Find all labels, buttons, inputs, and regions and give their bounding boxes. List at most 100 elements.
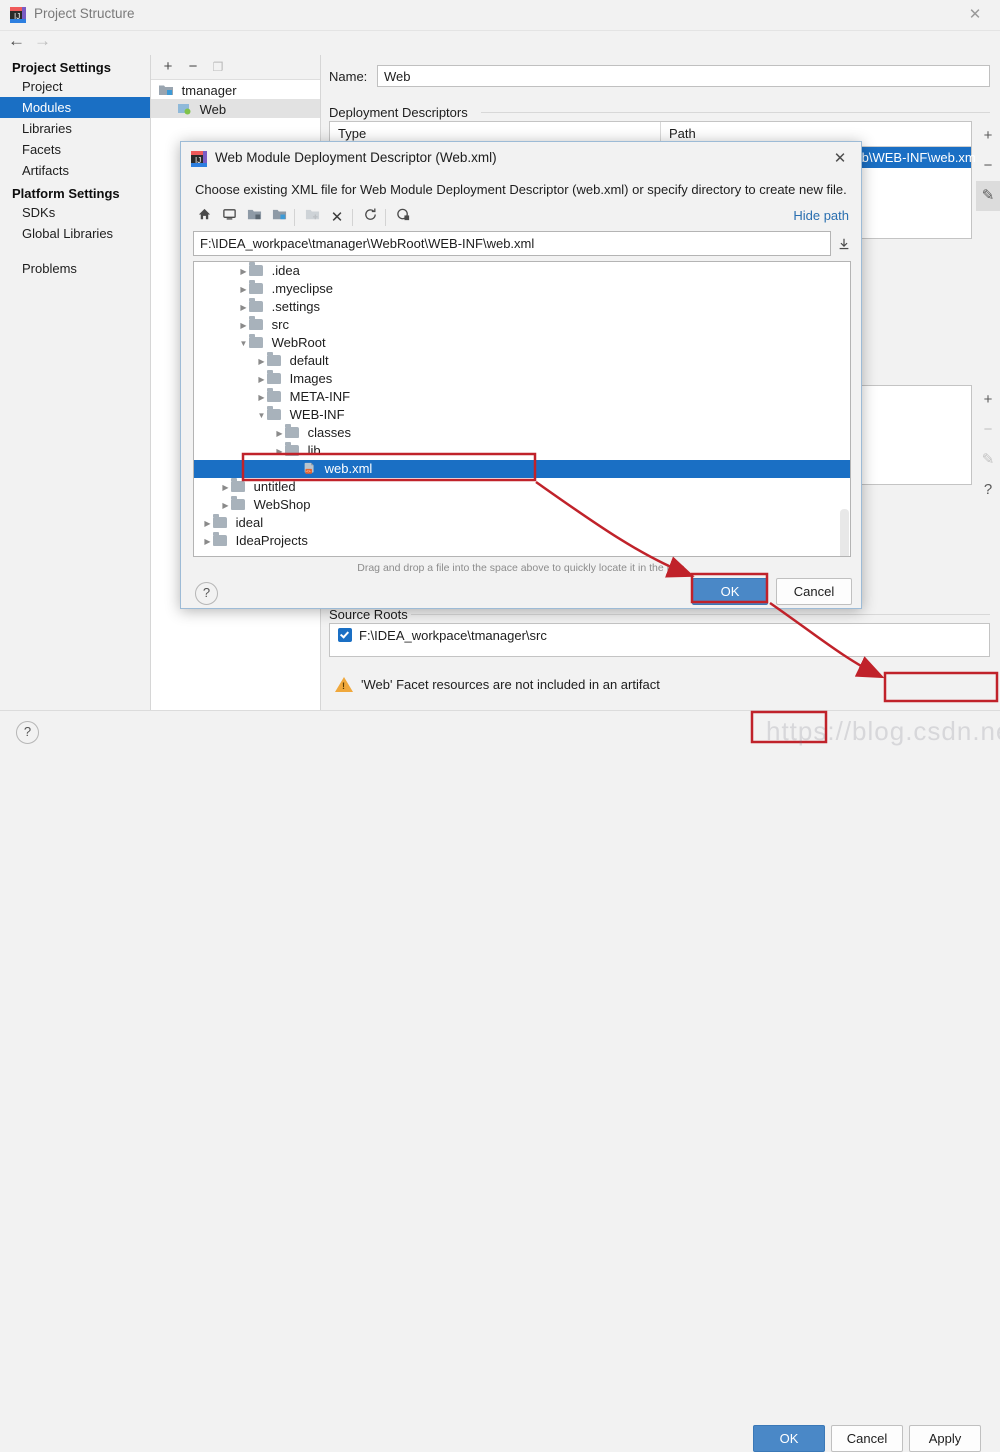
modules-toolbar: + − ❐ [151, 55, 320, 79]
chevron-right-icon[interactable]: ▶ [256, 389, 267, 407]
chevron-right-icon[interactable]: ▶ [202, 515, 213, 533]
file-tree-item[interactable]: ▶ IdeaProjects [194, 532, 850, 550]
module-name-input[interactable]: Web [377, 65, 990, 87]
delete-icon[interactable]: ✕ [326, 207, 348, 229]
project-folder-icon[interactable] [243, 207, 265, 229]
chevron-down-icon[interactable]: ▼ [256, 407, 267, 425]
source-roots-divider [411, 614, 990, 615]
remove-descriptor-button[interactable]: − [976, 151, 1000, 181]
file-tree-item[interactable]: ▶ .idea [194, 262, 850, 280]
module-tree-item-tmanager[interactable]: tmanager [151, 80, 320, 99]
file-tree[interactable]: ▶ .idea ▶ .myeclipse ▶ .settings ▶ src ▼ Web… [193, 261, 851, 557]
file-tree-item[interactable]: <> web.xml [194, 460, 850, 478]
edit-descriptor-button[interactable]: ✎ [976, 181, 1000, 211]
xml-file-icon: <> [303, 462, 316, 475]
hide-path-link[interactable]: Hide path [793, 208, 849, 223]
folder-icon [213, 532, 227, 546]
folder-icon [267, 370, 281, 384]
folder-icon [285, 424, 299, 438]
cancel-button[interactable]: Cancel [831, 1425, 903, 1452]
file-tree-scrollbar[interactable] [840, 509, 849, 556]
sidebar-item-problems[interactable]: Problems [0, 258, 150, 279]
dialog-close-button[interactable]: ✕ [829, 148, 851, 170]
chevron-right-icon[interactable]: ▶ [202, 533, 213, 551]
file-tree-item[interactable]: ▶ Images [194, 370, 850, 388]
folder-icon [249, 298, 263, 312]
chevron-right-icon[interactable]: ▶ [238, 299, 249, 317]
web-module-deployment-descriptor-dialog: IJ Web Module Deployment Descriptor (Web… [180, 141, 862, 609]
copy-module-button[interactable]: ❐ [209, 58, 227, 76]
folder-icon [249, 316, 263, 330]
sidebar-item-facets[interactable]: Facets [0, 139, 150, 160]
file-tree-item[interactable]: ▼ WebRoot [194, 334, 850, 352]
file-tree-item[interactable]: ▶ untitled [194, 478, 850, 496]
intellij-idea-icon: IJ [10, 7, 26, 23]
web-resource-directories-toolbar: + − ✎ ? [976, 385, 1000, 510]
add-module-button[interactable]: + [159, 58, 177, 76]
dialog-help-button[interactable]: ? [195, 582, 218, 605]
dialog-cancel-button[interactable]: Cancel [776, 578, 852, 605]
source-root-item[interactable]: F:\IDEA_workpace\tmanager\src [330, 624, 989, 648]
ok-button[interactable]: OK [753, 1425, 825, 1452]
remove-web-resource-button[interactable]: − [976, 415, 1000, 445]
window-titlebar: IJ Project Structure ✕ [0, 0, 1000, 31]
show-hidden-files-icon[interactable] [392, 207, 414, 229]
home-icon[interactable] [193, 207, 215, 229]
file-tree-item[interactable]: ▶ classes [194, 424, 850, 442]
chevron-right-icon[interactable]: ▶ [220, 497, 231, 515]
source-roots-label: Source Roots [329, 607, 408, 622]
chevron-right-icon[interactable]: ▶ [274, 443, 285, 461]
file-tree-item[interactable]: ▶ lib [194, 442, 850, 460]
chevron-right-icon[interactable]: ▶ [238, 317, 249, 335]
edit-web-resource-button[interactable]: ✎ [976, 445, 1000, 475]
module-folder-icon[interactable] [268, 207, 290, 229]
folder-icon [213, 514, 227, 528]
chevron-right-icon[interactable]: ▶ [238, 281, 249, 299]
dialog-ok-button[interactable]: OK [692, 578, 768, 605]
apply-button[interactable]: Apply [909, 1425, 981, 1452]
sidebar-item-libraries[interactable]: Libraries [0, 118, 150, 139]
sidebar-item-project[interactable]: Project [0, 76, 150, 97]
file-tree-item[interactable]: ▶ ideal [194, 514, 850, 532]
chevron-right-icon[interactable]: ▶ [238, 263, 249, 281]
source-roots-list[interactable]: F:\IDEA_workpace\tmanager\src [329, 623, 990, 657]
source-root-checkbox[interactable] [338, 628, 352, 642]
help-button[interactable]: ? [16, 721, 39, 744]
chevron-right-icon[interactable]: ▶ [256, 353, 267, 371]
forward-arrow-icon[interactable]: → [34, 31, 51, 51]
module-tree-item-web[interactable]: Web [151, 99, 320, 118]
file-tree-item[interactable]: ▶ META-INF [194, 388, 850, 406]
chevron-right-icon[interactable]: ▶ [274, 425, 285, 443]
sidebar-item-global-libraries[interactable]: Global Libraries [0, 223, 150, 244]
folder-icon [267, 352, 281, 366]
sidebar-group-project-settings: Project Settings [12, 60, 111, 75]
chevron-down-icon[interactable]: ▼ [238, 335, 249, 353]
refresh-icon[interactable] [359, 207, 381, 229]
file-tree-item[interactable]: ▶ WebShop [194, 496, 850, 514]
help-web-resource-button[interactable]: ? [976, 475, 1000, 505]
collapse-icon[interactable] [837, 237, 851, 251]
file-chooser-toolbar: ✕ Hide path [193, 205, 849, 231]
file-tree-item-label: default [289, 353, 329, 368]
sidebar-item-sdks[interactable]: SDKs [0, 202, 150, 223]
back-arrow-icon[interactable]: ← [8, 31, 25, 51]
chevron-right-icon[interactable]: ▶ [220, 479, 231, 497]
file-tree-item[interactable]: ▶ .settings [194, 298, 850, 316]
window-close-button[interactable]: ✕ [960, 4, 990, 26]
file-tree-item[interactable]: ▶ src [194, 316, 850, 334]
new-folder-icon[interactable] [301, 207, 323, 229]
file-tree-item[interactable]: ▶ default [194, 352, 850, 370]
remove-module-button[interactable]: − [184, 58, 202, 76]
web-facet-icon [178, 101, 200, 116]
desktop-icon[interactable] [218, 207, 240, 229]
file-tree-item[interactable]: ▼ WEB-INF [194, 406, 850, 424]
chevron-right-icon[interactable]: ▶ [256, 371, 267, 389]
path-input[interactable]: F:\IDEA_workpace\tmanager\WebRoot\WEB-IN… [193, 231, 831, 256]
file-tree-item[interactable]: ▶ .myeclipse [194, 280, 850, 298]
add-descriptor-button[interactable]: + [976, 121, 1000, 151]
sidebar-item-artifacts[interactable]: Artifacts [0, 160, 150, 181]
file-tree-item-label: Images [289, 371, 333, 386]
folder-icon [231, 478, 245, 492]
add-web-resource-button[interactable]: + [976, 385, 1000, 415]
sidebar-item-modules[interactable]: Modules [0, 97, 150, 118]
